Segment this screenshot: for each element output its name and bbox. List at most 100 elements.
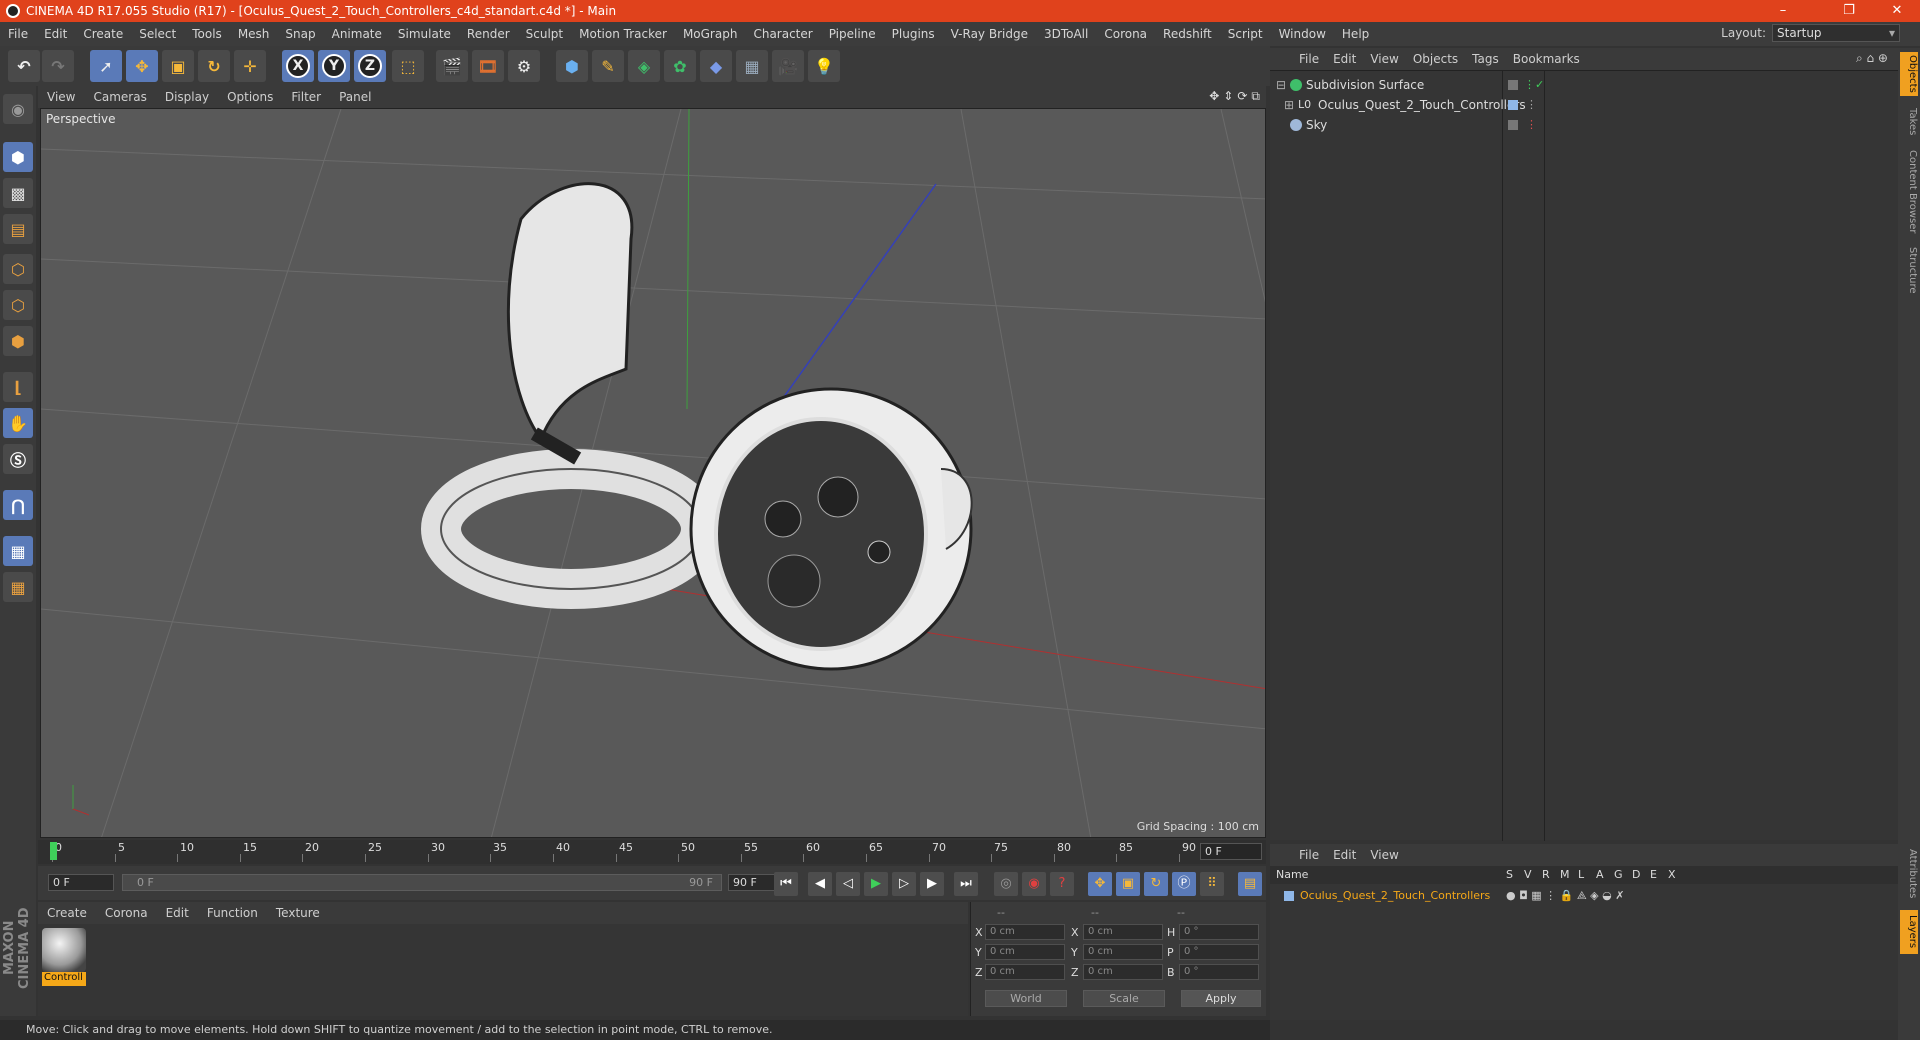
- current-frame-field[interactable]: 0 F: [1200, 843, 1262, 860]
- object-row[interactable]: ⊟ Subdivision Surface ⋮✓: [1270, 75, 1898, 95]
- range-slider[interactable]: 0 F 90 F: [122, 874, 722, 891]
- position-z-field[interactable]: 0 cm: [985, 964, 1065, 980]
- key-pla-icon[interactable]: ⠿: [1200, 872, 1224, 896]
- menu-mesh[interactable]: Mesh: [230, 27, 278, 41]
- menu-simulate[interactable]: Simulate: [390, 27, 459, 41]
- viewport-menu-display[interactable]: Display: [156, 90, 218, 104]
- next-key-icon[interactable]: ▶: [920, 872, 944, 896]
- menu-3dtoall[interactable]: 3DToAll: [1036, 27, 1096, 41]
- menu-pipeline[interactable]: Pipeline: [821, 27, 884, 41]
- tab-objects[interactable]: Objects: [1900, 52, 1918, 96]
- prev-frame-icon[interactable]: ◁: [836, 872, 860, 896]
- pen-spline-icon[interactable]: ✎: [592, 50, 624, 82]
- menu-tools[interactable]: Tools: [184, 27, 230, 41]
- render-view-icon[interactable]: 🎬: [436, 50, 468, 82]
- restore-button[interactable]: ❐: [1826, 0, 1872, 22]
- menu-corona[interactable]: Corona: [1096, 27, 1155, 41]
- material-menu-edit[interactable]: Edit: [157, 906, 198, 920]
- menu-redshift[interactable]: Redshift: [1155, 27, 1220, 41]
- layers-menu-file[interactable]: File: [1292, 848, 1326, 862]
- menu-sculpt[interactable]: Sculpt: [518, 27, 571, 41]
- position-y-field[interactable]: 0 cm: [985, 944, 1065, 960]
- axis-mode-icon[interactable]: ⌊: [3, 372, 33, 402]
- layer-flag-icon[interactable]: [1508, 120, 1518, 130]
- menu-file[interactable]: File: [0, 27, 36, 41]
- render-settings-icon[interactable]: ⚙: [508, 50, 540, 82]
- objects-menu-bookmarks[interactable]: Bookmarks: [1506, 52, 1587, 66]
- cube-primitive-icon[interactable]: ⬢: [556, 50, 588, 82]
- rotation-h-field[interactable]: 0 °: [1179, 924, 1259, 940]
- viewport-menu-filter[interactable]: Filter: [282, 90, 330, 104]
- rotation-p-field[interactable]: 0 °: [1179, 944, 1259, 960]
- menu-mograph[interactable]: MoGraph: [675, 27, 746, 41]
- expand-toggle-icon[interactable]: ⊟: [1276, 75, 1286, 95]
- material-menu-corona[interactable]: Corona: [96, 906, 157, 920]
- tweak-mode-icon[interactable]: ✋: [3, 408, 33, 438]
- deformer-icon[interactable]: ◆: [700, 50, 732, 82]
- enabled-check-icon[interactable]: ⋮✓: [1524, 75, 1544, 95]
- objects-menu-view[interactable]: View: [1363, 52, 1405, 66]
- layer-flags-icon[interactable]: ● ◘ ▦ ⋮ 🔒 ⟁ ◈ ◒ ✗: [1506, 886, 1624, 906]
- material-preview[interactable]: [42, 928, 86, 972]
- menu-edit[interactable]: Edit: [36, 27, 75, 41]
- menu-motion-tracker[interactable]: Motion Tracker: [571, 27, 675, 41]
- objects-menu-file[interactable]: File: [1292, 52, 1326, 66]
- polygons-mode-icon[interactable]: ⬢: [3, 326, 33, 356]
- layer-flag-icon[interactable]: [1508, 80, 1518, 90]
- next-frame-icon[interactable]: ▷: [892, 872, 916, 896]
- viewport-menu-view[interactable]: View: [38, 90, 84, 104]
- tab-layers[interactable]: Layers: [1900, 910, 1918, 954]
- model-mode-icon[interactable]: ⬢: [3, 142, 33, 172]
- record-keys-icon[interactable]: ◎: [994, 872, 1018, 896]
- coordinate-space-dropdown[interactable]: World: [985, 990, 1067, 1007]
- autokey-icon[interactable]: ◉: [1022, 872, 1046, 896]
- key-scale-icon[interactable]: ▣: [1116, 872, 1140, 896]
- layout-dropdown[interactable]: Startup: [1772, 24, 1900, 42]
- edges-mode-icon[interactable]: ⬡: [3, 290, 33, 320]
- layer-row[interactable]: Oculus_Quest_2_Touch_Controllers ● ◘ ▦ ⋮…: [1270, 886, 1898, 906]
- layer-color-icon[interactable]: [1508, 100, 1518, 110]
- pan-icon[interactable]: ✥: [1209, 89, 1219, 104]
- redo-icon[interactable]: ↷: [42, 50, 74, 82]
- menu-plugins[interactable]: Plugins: [884, 27, 943, 41]
- size-x-field[interactable]: 0 cm: [1083, 924, 1163, 940]
- visibility-dots-icon[interactable]: ⋮: [1526, 115, 1537, 135]
- layer-name[interactable]: Oculus_Quest_2_Touch_Controllers: [1300, 886, 1490, 906]
- maximize-view-icon[interactable]: ⧉: [1251, 89, 1260, 104]
- object-row[interactable]: ⊞ L0 Oculus_Quest_2_Touch_Controllers ⋮: [1270, 95, 1898, 115]
- coordinate-system-icon[interactable]: ⬚: [392, 50, 424, 82]
- orbit-icon[interactable]: ⟳: [1237, 89, 1247, 104]
- menu-select[interactable]: Select: [131, 27, 184, 41]
- tab-takes[interactable]: Takes: [1900, 104, 1918, 140]
- keyframe-selection-icon[interactable]: ?: [1050, 872, 1074, 896]
- viewport-menu-options[interactable]: Options: [218, 90, 282, 104]
- menu-window[interactable]: Window: [1271, 27, 1334, 41]
- rotate-tool-icon[interactable]: ↻: [198, 50, 230, 82]
- menu-character[interactable]: Character: [745, 27, 820, 41]
- subdivision-surface-icon[interactable]: ◈: [628, 50, 660, 82]
- move-tool-icon[interactable]: ✥: [126, 50, 158, 82]
- tab-structure[interactable]: Structure: [1900, 244, 1918, 296]
- menu-render[interactable]: Render: [459, 27, 518, 41]
- timeline-ruler[interactable]: 0 5 10 15 20 25 30 35 40 45 50 55 60 65 70 75 80 85 90 0 F: [38, 840, 1266, 864]
- goto-start-icon[interactable]: ⏮: [774, 872, 798, 896]
- material-menu-function[interactable]: Function: [198, 906, 267, 920]
- object-row[interactable]: Sky ⋮: [1270, 115, 1898, 135]
- make-editable-icon[interactable]: ◉: [3, 94, 33, 124]
- timeline-window-icon[interactable]: ▤: [1238, 872, 1262, 896]
- menu-create[interactable]: Create: [75, 27, 131, 41]
- material-menu-texture[interactable]: Texture: [267, 906, 329, 920]
- objects-menu-tags[interactable]: Tags: [1465, 52, 1506, 66]
- y-axis-lock-button[interactable]: Y: [318, 50, 350, 82]
- object-name[interactable]: Sky: [1306, 115, 1327, 135]
- key-rotation-icon[interactable]: ↻: [1144, 872, 1168, 896]
- menu-help[interactable]: Help: [1334, 27, 1377, 41]
- minimize-button[interactable]: –: [1760, 0, 1806, 22]
- goto-end-icon[interactable]: ⏭: [954, 872, 978, 896]
- locked-workplane-icon[interactable]: ▦: [3, 572, 33, 602]
- workplane-icon[interactable]: ▤: [3, 214, 33, 244]
- material-menu-create[interactable]: Create: [38, 906, 96, 920]
- light-icon[interactable]: 💡: [808, 50, 840, 82]
- texture-mode-icon[interactable]: ▩: [3, 178, 33, 208]
- cloner-icon[interactable]: ✿: [664, 50, 696, 82]
